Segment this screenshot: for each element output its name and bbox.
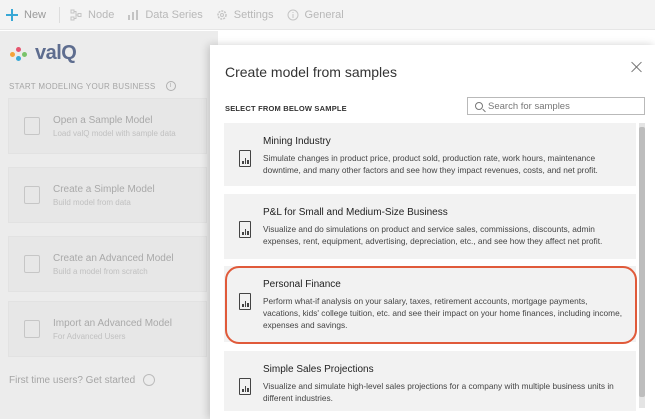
valq-logo: valQ	[10, 42, 77, 65]
gear-icon	[217, 9, 227, 20]
left-panel: valQ START MODELING YOUR BUSINESS i Open…	[0, 31, 218, 419]
logo-text: valQ	[35, 42, 77, 64]
sample-item-pl-business[interactable]: P&L for Small and Medium-Size Business V…	[224, 194, 636, 259]
sample-title: Mining Industry	[263, 136, 331, 147]
chart-document-icon	[239, 150, 251, 167]
create-advanced-model-card[interactable]: Create an Advanced Model Build a model f…	[8, 236, 207, 292]
chart-document-icon	[24, 117, 40, 135]
sample-item-sales-projections[interactable]: Simple Sales Projections Visualize and s…	[224, 351, 636, 411]
settings-button[interactable]: Settings	[216, 9, 274, 21]
plus-icon	[6, 8, 18, 21]
create-simple-model-card[interactable]: Create a Simple Model Build model from d…	[8, 167, 207, 223]
chart-document-icon	[239, 293, 251, 310]
sample-description: Visualize and simulate high-level sales …	[263, 381, 614, 403]
sample-description: Visualize and do simulations on product …	[263, 224, 603, 246]
node-button[interactable]: Node	[70, 9, 114, 21]
data-series-icon	[128, 9, 139, 20]
get-started-text: First time users? Get started	[9, 374, 136, 386]
new-button[interactable]: New	[6, 8, 47, 21]
close-icon[interactable]	[631, 61, 643, 73]
import-advanced-model-card[interactable]: Import an Advanced Model For Advanced Us…	[8, 301, 207, 357]
get-started-link[interactable]: First time users? Get started	[9, 374, 156, 386]
sample-list: Mining Industry Simulate changes in prod…	[224, 123, 645, 419]
sample-item-mining-industry[interactable]: Mining Industry Simulate changes in prod…	[224, 123, 636, 186]
create-model-dialog: Create model from samples SELECT FROM BE…	[210, 45, 655, 419]
node-label: Node	[88, 8, 115, 21]
list-scrollbar[interactable]	[639, 123, 645, 408]
node-icon	[70, 9, 82, 20]
sample-description: Perform what-if analysis on your salary,…	[263, 296, 623, 330]
chart-document-icon	[239, 378, 251, 395]
sample-title: Personal Finance	[263, 279, 341, 290]
import-document-icon	[24, 320, 40, 338]
new-label: New	[24, 8, 47, 21]
search-icon	[475, 102, 483, 110]
sample-description: Simulate changes in product price, produ…	[263, 153, 598, 175]
sample-title: P&L for Small and Medium-Size Business	[263, 207, 448, 218]
section-title-text: START MODELING YOUR BUSINESS	[9, 81, 156, 91]
select-sample-label: SELECT FROM BELOW SAMPLE	[225, 104, 347, 113]
sample-item-personal-finance[interactable]: Personal Finance Perform what-if analysi…	[224, 266, 636, 342]
card-subtitle: Load valQ model with sample data	[53, 128, 176, 138]
chart-document-icon	[239, 221, 251, 238]
new-document-icon	[24, 255, 40, 273]
settings-label: Settings	[233, 8, 274, 21]
card-title: Import an Advanced Model	[53, 317, 172, 329]
dialog-title: Create model from samples	[225, 64, 397, 80]
card-subtitle: Build a model from scratch	[53, 266, 148, 276]
card-title: Open a Sample Model	[53, 114, 153, 126]
section-title: START MODELING YOUR BUSINESS i	[9, 81, 176, 91]
general-label: General	[304, 8, 344, 21]
search-box[interactable]	[467, 97, 645, 115]
info-icon	[287, 9, 299, 20]
user-icon	[143, 374, 156, 386]
data-series-label: Data Series	[145, 8, 203, 21]
logo-dots-icon	[10, 46, 32, 62]
card-title: Create a Simple Model	[53, 183, 155, 195]
blocks-icon	[24, 186, 40, 204]
open-sample-model-card[interactable]: Open a Sample Model Load valQ model with…	[8, 98, 207, 154]
sample-title: Simple Sales Projections	[263, 364, 374, 375]
data-series-button[interactable]: Data Series	[127, 8, 203, 21]
search-input[interactable]	[488, 100, 638, 112]
info-icon[interactable]: i	[165, 81, 176, 91]
toolbar-divider	[59, 6, 61, 23]
card-subtitle: For Advanced Users	[53, 331, 126, 341]
scrollbar-thumb[interactable]	[639, 127, 645, 397]
card-title: Create an Advanced Model	[53, 252, 174, 264]
general-button[interactable]: General	[287, 9, 344, 21]
top-toolbar: New Node Data Series Settings General	[0, 0, 655, 30]
card-subtitle: Build model from data	[53, 197, 131, 207]
